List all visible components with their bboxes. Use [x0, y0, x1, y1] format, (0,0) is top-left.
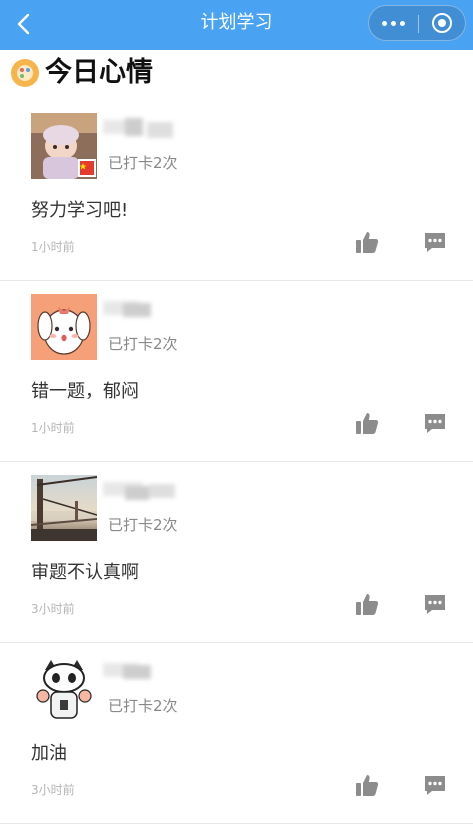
- thumbs-up-icon[interactable]: [355, 592, 379, 616]
- section-title: 今日心情: [45, 57, 153, 88]
- checkin-count: 已打卡2次: [108, 335, 178, 353]
- post-content: 错一题，郁闷: [31, 381, 139, 402]
- avatar[interactable]: [31, 294, 97, 360]
- post-time: 3小时前: [31, 783, 75, 797]
- palette-icon: [11, 59, 39, 87]
- checkin-count: 已打卡2次: [108, 154, 178, 172]
- post-content: 审题不认真啊: [31, 562, 139, 583]
- post-item: 已打卡2次 加油 3小时前: [0, 643, 473, 824]
- post-time: 1小时前: [31, 421, 75, 435]
- checkin-count: 已打卡2次: [108, 516, 178, 534]
- more-icon[interactable]: [369, 6, 418, 40]
- thumbs-up-icon[interactable]: [355, 773, 379, 797]
- post-content: 加油: [31, 743, 67, 764]
- comment-icon[interactable]: [423, 230, 447, 254]
- post-item: 已打卡2次 努力学习吧! 1小时前: [0, 100, 473, 281]
- username-blurred: [103, 478, 175, 502]
- thumbs-up-icon[interactable]: [355, 230, 379, 254]
- checkin-count: 已打卡2次: [108, 697, 178, 715]
- navigation-bar: 计划学习: [0, 0, 473, 50]
- section-header: 今日心情: [0, 50, 473, 100]
- mini-program-capsule: [368, 5, 466, 41]
- comment-icon[interactable]: [423, 411, 447, 435]
- post-item: 已打卡2次 错一题，郁闷 1小时前: [0, 281, 473, 462]
- post-time: 1小时前: [31, 240, 75, 254]
- avatar[interactable]: [31, 113, 97, 179]
- username-blurred: [103, 659, 175, 683]
- avatar[interactable]: [31, 475, 97, 541]
- comment-icon[interactable]: [423, 592, 447, 616]
- close-circle-icon[interactable]: [419, 6, 465, 40]
- post-content: 努力学习吧!: [31, 200, 129, 221]
- username-blurred: [103, 297, 175, 321]
- post-time: 3小时前: [31, 602, 75, 616]
- avatar[interactable]: [31, 656, 97, 722]
- username-blurred: [103, 116, 175, 140]
- comment-icon[interactable]: [423, 773, 447, 797]
- thumbs-up-icon[interactable]: [355, 411, 379, 435]
- post-item: 已打卡2次 审题不认真啊 3小时前: [0, 462, 473, 643]
